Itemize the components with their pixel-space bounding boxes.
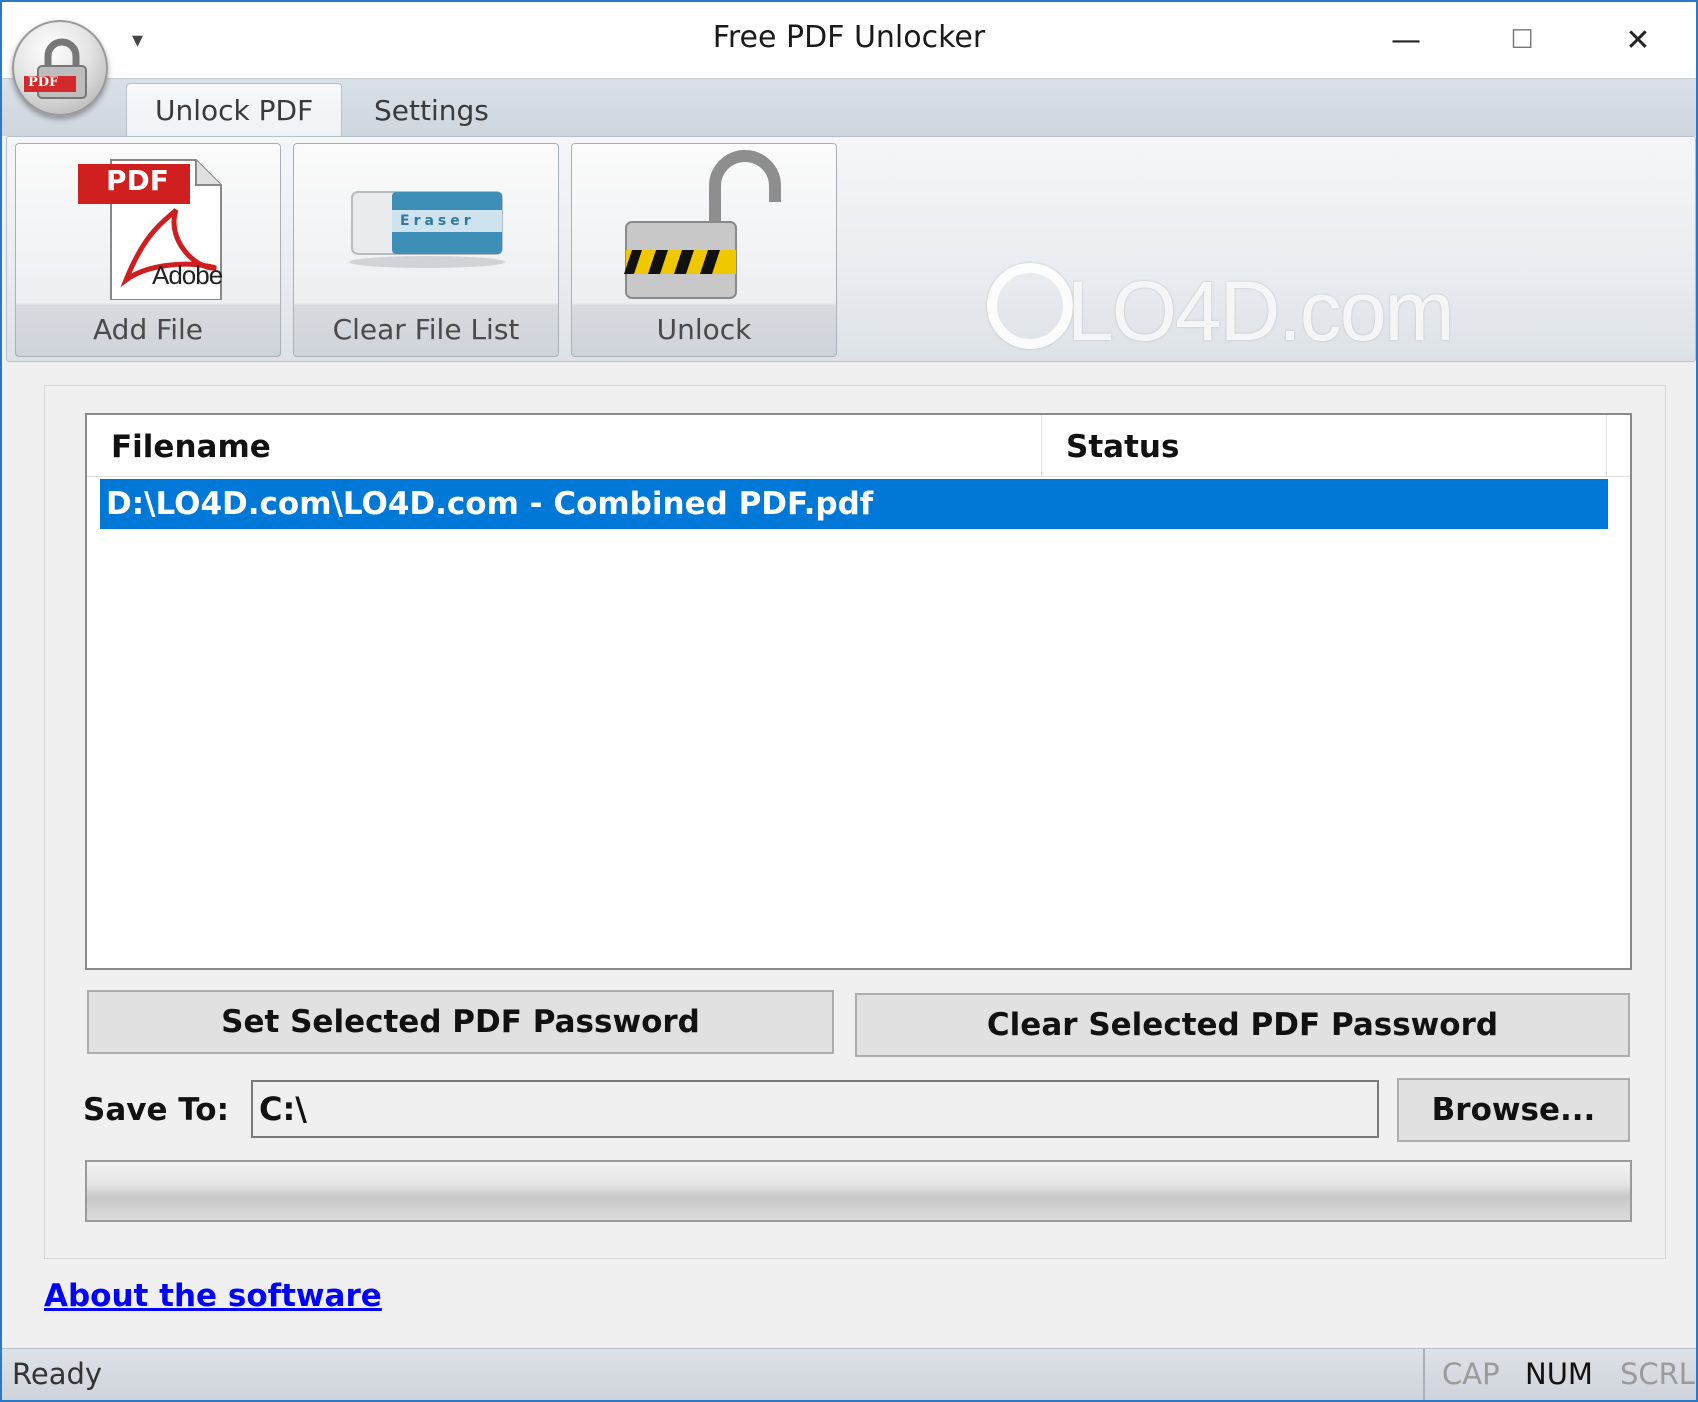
cap-lock-indicator: CAP <box>1442 1357 1500 1391</box>
close-icon: ✕ <box>1625 22 1651 58</box>
column-header-filename[interactable]: Filename <box>87 415 1042 477</box>
set-selected-pdf-password-button[interactable]: Set Selected PDF Password <box>87 990 834 1054</box>
title-bar: Free PDF Unlocker ▾ — ☐ ✕ <box>2 2 1696 78</box>
open-padlock-icon <box>572 150 836 300</box>
file-list-header: Filename Status <box>87 415 1630 477</box>
save-to-path-field[interactable]: C:\ <box>251 1080 1379 1138</box>
watermark-logo-icon <box>987 263 1073 349</box>
add-file-label: Add File <box>93 313 203 346</box>
app-icon-label: PDF <box>28 75 59 90</box>
add-file-button[interactable]: PDF Adobe Add File <box>15 143 281 357</box>
clear-file-list-label: Clear File List <box>332 313 520 346</box>
unlock-label: Unlock <box>656 313 752 346</box>
tab-unlock-pdf[interactable]: Unlock PDF <box>126 83 343 137</box>
clear-selected-pdf-password-button[interactable]: Clear Selected PDF Password <box>855 993 1630 1057</box>
watermark-text: LO4D.com <box>1067 264 1454 358</box>
maximize-button[interactable]: ☐ <box>1474 10 1570 70</box>
clear-file-list-button[interactable]: Eraser Clear File List <box>293 143 559 357</box>
minimize-icon: — <box>1391 22 1421 58</box>
column-header-status[interactable]: Status <box>1042 415 1607 477</box>
maximize-icon: ☐ <box>1510 25 1534 55</box>
num-lock-indicator: NUM <box>1525 1357 1593 1391</box>
app-window: Free PDF Unlocker ▾ — ☐ ✕ PDF Unlock PDF… <box>0 0 1698 1402</box>
app-lock-icon <box>24 38 87 99</box>
minimize-button[interactable]: — <box>1358 10 1454 70</box>
ribbon-panel: LO4D.com PDF Adobe Add File Eraser Clear… <box>6 136 1696 362</box>
save-to-label: Save To: <box>83 1092 229 1128</box>
scroll-lock-indicator: SCRL <box>1620 1357 1695 1391</box>
close-button[interactable]: ✕ <box>1590 10 1686 70</box>
tab-settings[interactable]: Settings <box>346 83 517 137</box>
eraser-icon: Eraser <box>294 150 558 300</box>
unlock-button[interactable]: Unlock <box>571 143 837 357</box>
adobe-icon-text: Adobe <box>152 260 223 290</box>
status-divider <box>1423 1349 1425 1400</box>
quick-access-dropdown-icon[interactable]: ▾ <box>132 28 143 53</box>
about-the-software-link[interactable]: About the software <box>44 1278 382 1314</box>
file-list-row[interactable]: D:\LO4D.com\LO4D.com - Combined PDF.pdf <box>100 479 1608 529</box>
status-text: Ready <box>12 1357 103 1391</box>
application-menu-button[interactable]: PDF <box>12 20 108 116</box>
browse-button[interactable]: Browse... <box>1397 1078 1630 1142</box>
ribbon-tab-strip: Unlock PDF Settings <box>2 78 1696 137</box>
file-list-row-filename: D:\LO4D.com\LO4D.com - Combined PDF.pdf <box>106 486 874 522</box>
eraser-icon-text: Eraser <box>400 213 475 229</box>
pdf-adobe-icon: PDF Adobe <box>16 150 280 301</box>
pdf-icon-text: PDF <box>106 164 169 197</box>
status-bar: Ready CAP NUM SCRL <box>2 1348 1696 1400</box>
progress-bar <box>85 1160 1632 1222</box>
file-list[interactable]: Filename Status D:\LO4D.com\LO4D.com - C… <box>85 413 1632 970</box>
